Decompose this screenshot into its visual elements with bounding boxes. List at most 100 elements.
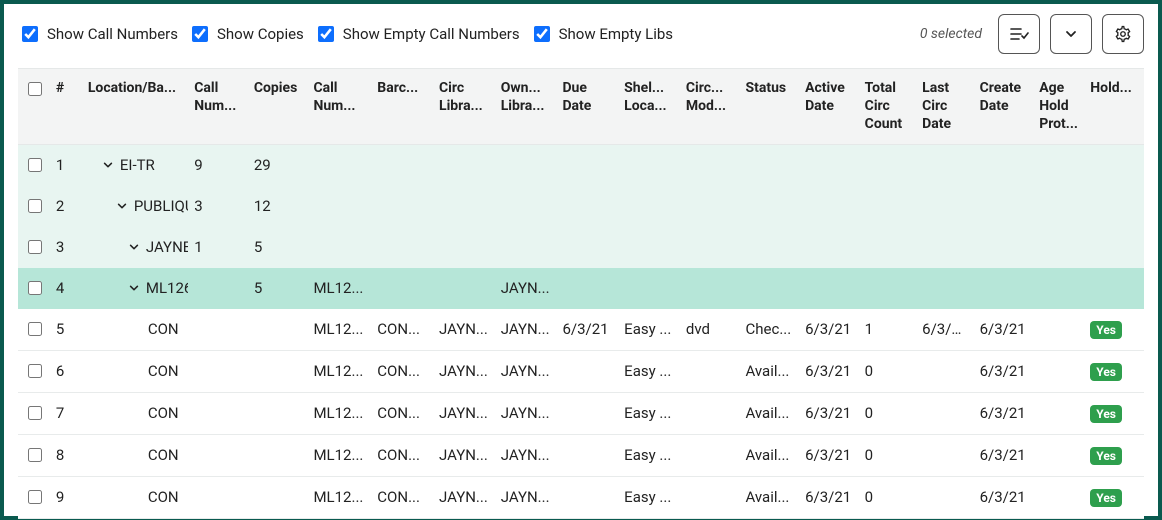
col-create-date[interactable]: Create Date bbox=[974, 69, 1034, 144]
table-row[interactable]: 3JAYNEQ15 bbox=[18, 227, 1144, 268]
col-own-lib[interactable]: Own... Libra... bbox=[495, 69, 557, 144]
row-checkbox[interactable] bbox=[28, 281, 42, 295]
table-row[interactable]: 8CONML12...CON...JAYN...JAYN...Easy ...A… bbox=[18, 434, 1144, 476]
row-checkbox[interactable] bbox=[28, 199, 42, 213]
row-checkbox[interactable] bbox=[28, 406, 42, 420]
cell-location[interactable]: PUBLIQUE bbox=[82, 186, 188, 227]
table-row[interactable]: 1EI-TR929 bbox=[18, 144, 1144, 186]
cell-copies: 5 bbox=[248, 227, 308, 268]
cell-select[interactable] bbox=[18, 392, 50, 434]
holdable-badge: Yes bbox=[1090, 363, 1122, 381]
filter-empty-libs-checkbox[interactable] bbox=[534, 26, 550, 42]
cell-status bbox=[739, 186, 799, 227]
row-checkbox[interactable] bbox=[28, 322, 42, 336]
cell-location[interactable]: CON bbox=[82, 434, 188, 476]
filter-empty-call-numbers[interactable]: Show Empty Call Numbers bbox=[314, 23, 520, 45]
cell-select[interactable] bbox=[18, 309, 50, 351]
cell-own-lib bbox=[495, 186, 557, 227]
select-all-checkbox[interactable] bbox=[28, 82, 42, 96]
cell-copies bbox=[248, 350, 308, 392]
columns-button[interactable] bbox=[998, 14, 1040, 54]
holdings-table: # Location/Ba... Call Num... Copies Call… bbox=[18, 69, 1144, 519]
col-holdable[interactable]: Hold... bbox=[1084, 69, 1144, 144]
row-checkbox[interactable] bbox=[28, 364, 42, 378]
actions-dropdown-button[interactable] bbox=[1050, 14, 1092, 54]
cell-location[interactable]: EI-TR bbox=[82, 144, 188, 186]
col-circ-lib[interactable]: Circ Libra... bbox=[433, 69, 495, 144]
table-row[interactable]: 7CONML12...CON...JAYN...JAYN...Easy ...A… bbox=[18, 392, 1144, 434]
holdings-panel: Show Call Numbers Show Copies Show Empty… bbox=[0, 0, 1162, 520]
cell-total-circ bbox=[859, 144, 916, 186]
cell-barcode bbox=[371, 227, 433, 268]
cell-barcode bbox=[371, 144, 433, 186]
filter-call-numbers-checkbox[interactable] bbox=[22, 26, 38, 42]
table-body: 1EI-TR9292PUBLIQUE3123JAYNEQ154ML126.5ML… bbox=[18, 144, 1144, 518]
cell-location[interactable]: CON bbox=[82, 392, 188, 434]
col-callnum[interactable]: Call Num... bbox=[307, 69, 371, 144]
col-due-date[interactable]: Due Date bbox=[556, 69, 618, 144]
cell-own-lib bbox=[495, 227, 557, 268]
col-last-circ[interactable]: Last Circ Date bbox=[916, 69, 973, 144]
row-checkbox[interactable] bbox=[28, 490, 42, 504]
col-copies[interactable]: Copies bbox=[248, 69, 308, 144]
col-select-all[interactable] bbox=[18, 69, 50, 144]
settings-button[interactable] bbox=[1102, 14, 1144, 54]
cell-circ-mod bbox=[680, 392, 740, 434]
filter-copies-checkbox[interactable] bbox=[192, 26, 208, 42]
col-location[interactable]: Location/Ba... bbox=[82, 69, 188, 144]
cell-create-date: 6/3/21 bbox=[974, 476, 1034, 518]
cell-total-circ bbox=[859, 227, 916, 268]
cell-location[interactable]: CON bbox=[82, 309, 188, 351]
cell-copies bbox=[248, 476, 308, 518]
cell-circ-mod bbox=[680, 186, 740, 227]
col-active-date[interactable]: Active Date bbox=[799, 69, 859, 144]
row-checkbox[interactable] bbox=[28, 448, 42, 462]
cell-last-circ bbox=[916, 268, 973, 309]
cell-select[interactable] bbox=[18, 268, 50, 309]
table-row[interactable]: 6CONML12...CON...JAYN...JAYN...Easy ...A… bbox=[18, 350, 1144, 392]
filter-copies[interactable]: Show Copies bbox=[188, 23, 304, 45]
cell-own-lib: JAYN... bbox=[495, 476, 557, 518]
cell-select[interactable] bbox=[18, 144, 50, 186]
cell-last-circ bbox=[916, 392, 973, 434]
cell-callnum-count bbox=[188, 268, 248, 309]
col-index[interactable]: # bbox=[50, 69, 82, 144]
cell-circ-mod bbox=[680, 476, 740, 518]
cell-last-circ bbox=[916, 476, 973, 518]
cell-select[interactable] bbox=[18, 227, 50, 268]
cell-last-circ bbox=[916, 227, 973, 268]
row-checkbox[interactable] bbox=[28, 158, 42, 172]
cell-shelving bbox=[618, 186, 680, 227]
col-barcode[interactable]: Barc... bbox=[371, 69, 433, 144]
cell-status bbox=[739, 268, 799, 309]
cell-location[interactable]: CON bbox=[82, 350, 188, 392]
table-row[interactable]: 4ML126.5ML12...JAYN... bbox=[18, 268, 1144, 309]
col-callnum-count[interactable]: Call Num... bbox=[188, 69, 248, 144]
cell-circ-lib: JAYN... bbox=[433, 392, 495, 434]
col-shelving[interactable]: Shel... Loca... bbox=[618, 69, 680, 144]
cell-select[interactable] bbox=[18, 476, 50, 518]
col-total-circ[interactable]: Total Circ Count bbox=[859, 69, 916, 144]
cell-location[interactable]: JAYNEQ bbox=[82, 227, 188, 268]
col-age-hold[interactable]: Age Hold Prot... bbox=[1033, 69, 1084, 144]
filter-call-numbers-label: Show Call Numbers bbox=[47, 25, 178, 43]
filter-call-numbers[interactable]: Show Call Numbers bbox=[18, 23, 178, 45]
row-checkbox[interactable] bbox=[28, 240, 42, 254]
cell-select[interactable] bbox=[18, 434, 50, 476]
table-row[interactable]: 9CONML12...CON...JAYN...JAYN...Easy ...A… bbox=[18, 476, 1144, 518]
cell-total-circ: 0 bbox=[859, 392, 916, 434]
cell-index: 4 bbox=[50, 268, 82, 309]
cell-location[interactable]: ML126. bbox=[82, 268, 188, 309]
cell-select[interactable] bbox=[18, 350, 50, 392]
col-circ-mod[interactable]: Circ... Mod... bbox=[680, 69, 740, 144]
cell-active-date: 6/3/21 bbox=[799, 434, 859, 476]
cell-location[interactable]: CON bbox=[82, 476, 188, 518]
cell-total-circ: 0 bbox=[859, 434, 916, 476]
filter-empty-libs[interactable]: Show Empty Libs bbox=[530, 23, 673, 45]
table-row[interactable]: 2PUBLIQUE312 bbox=[18, 186, 1144, 227]
cell-shelving: Easy ... bbox=[618, 392, 680, 434]
col-status[interactable]: Status bbox=[739, 69, 799, 144]
cell-select[interactable] bbox=[18, 186, 50, 227]
table-row[interactable]: 5CONML12...CON...JAYN...JAYN...6/3/21Eas… bbox=[18, 309, 1144, 351]
filter-empty-call-numbers-checkbox[interactable] bbox=[318, 26, 334, 42]
